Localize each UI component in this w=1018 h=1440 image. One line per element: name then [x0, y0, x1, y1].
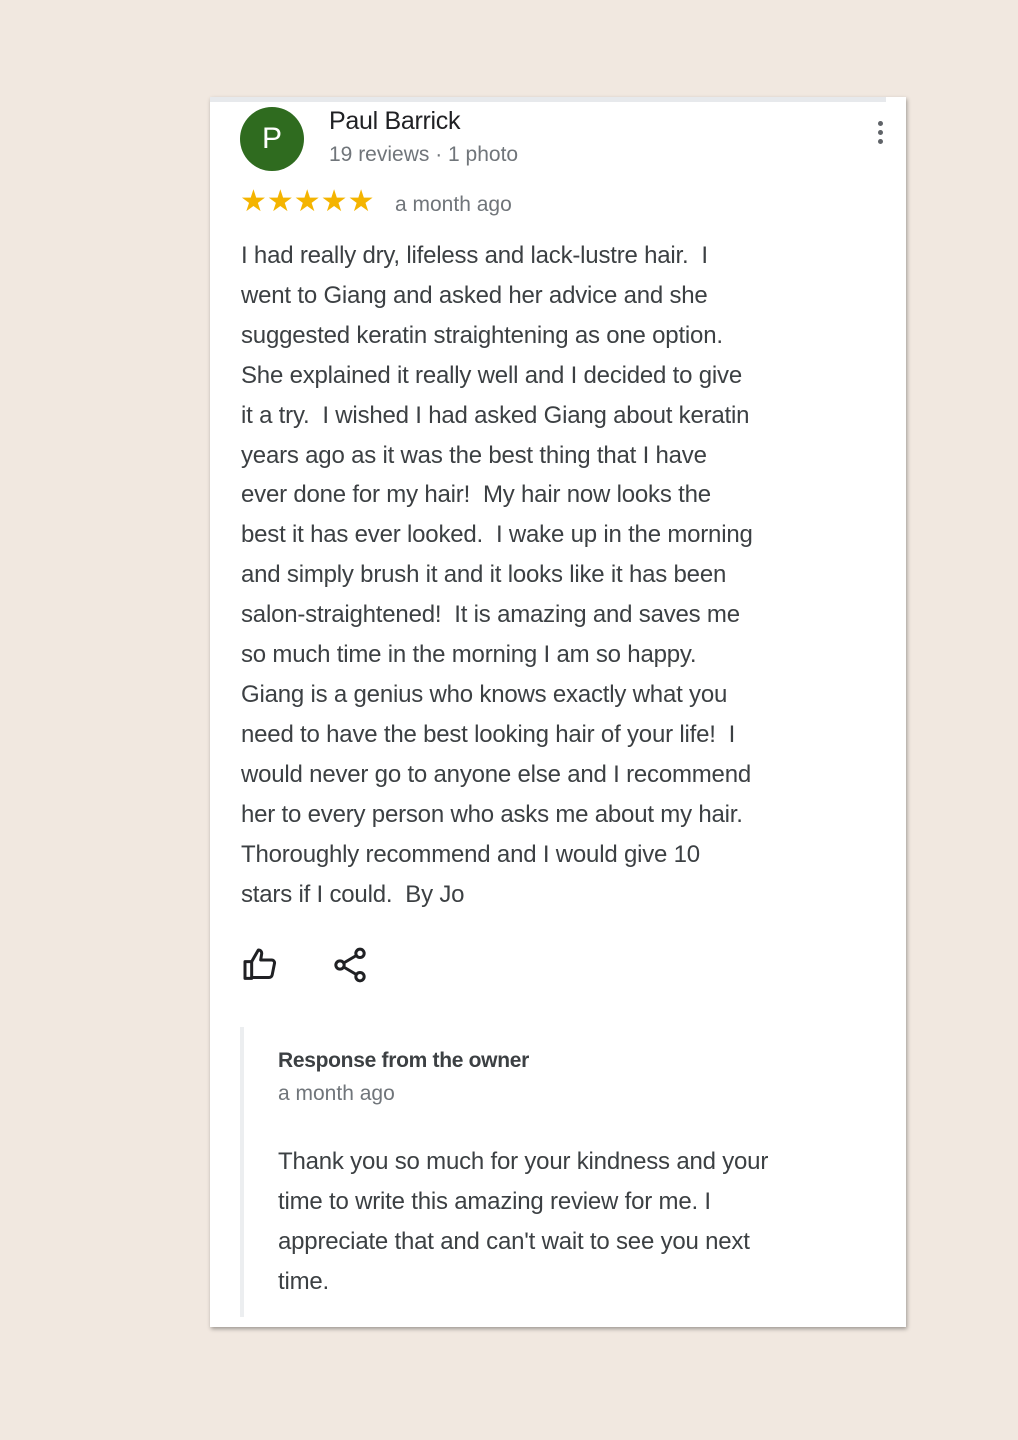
- more-vertical-icon[interactable]: [872, 121, 888, 151]
- share-icon: [334, 947, 366, 983]
- like-button[interactable]: [240, 945, 280, 985]
- review-card: P Paul Barrick 19 reviews · 1 photo ★★★★…: [210, 97, 906, 1327]
- reviewer-meta: 19 reviews · 1 photo: [329, 143, 519, 166]
- owner-response-title: Response from the owner: [278, 1049, 529, 1072]
- review-date: a month ago: [395, 193, 512, 216]
- card-top-divider: [210, 97, 886, 102]
- thumbs-up-icon: [243, 948, 277, 980]
- star-rating: ★★★★★: [240, 185, 375, 218]
- review-text: I had really dry, lifeless and lack-lust…: [241, 242, 753, 908]
- owner-response: Response from the owner a month ago Than…: [240, 1027, 880, 1317]
- avatar[interactable]: P: [240, 107, 304, 171]
- share-button[interactable]: [330, 945, 370, 985]
- owner-response-date: a month ago: [278, 1082, 395, 1105]
- reviewer-name[interactable]: Paul Barrick: [329, 107, 460, 136]
- owner-response-text: Thank you so much for your kindness and …: [278, 1148, 769, 1295]
